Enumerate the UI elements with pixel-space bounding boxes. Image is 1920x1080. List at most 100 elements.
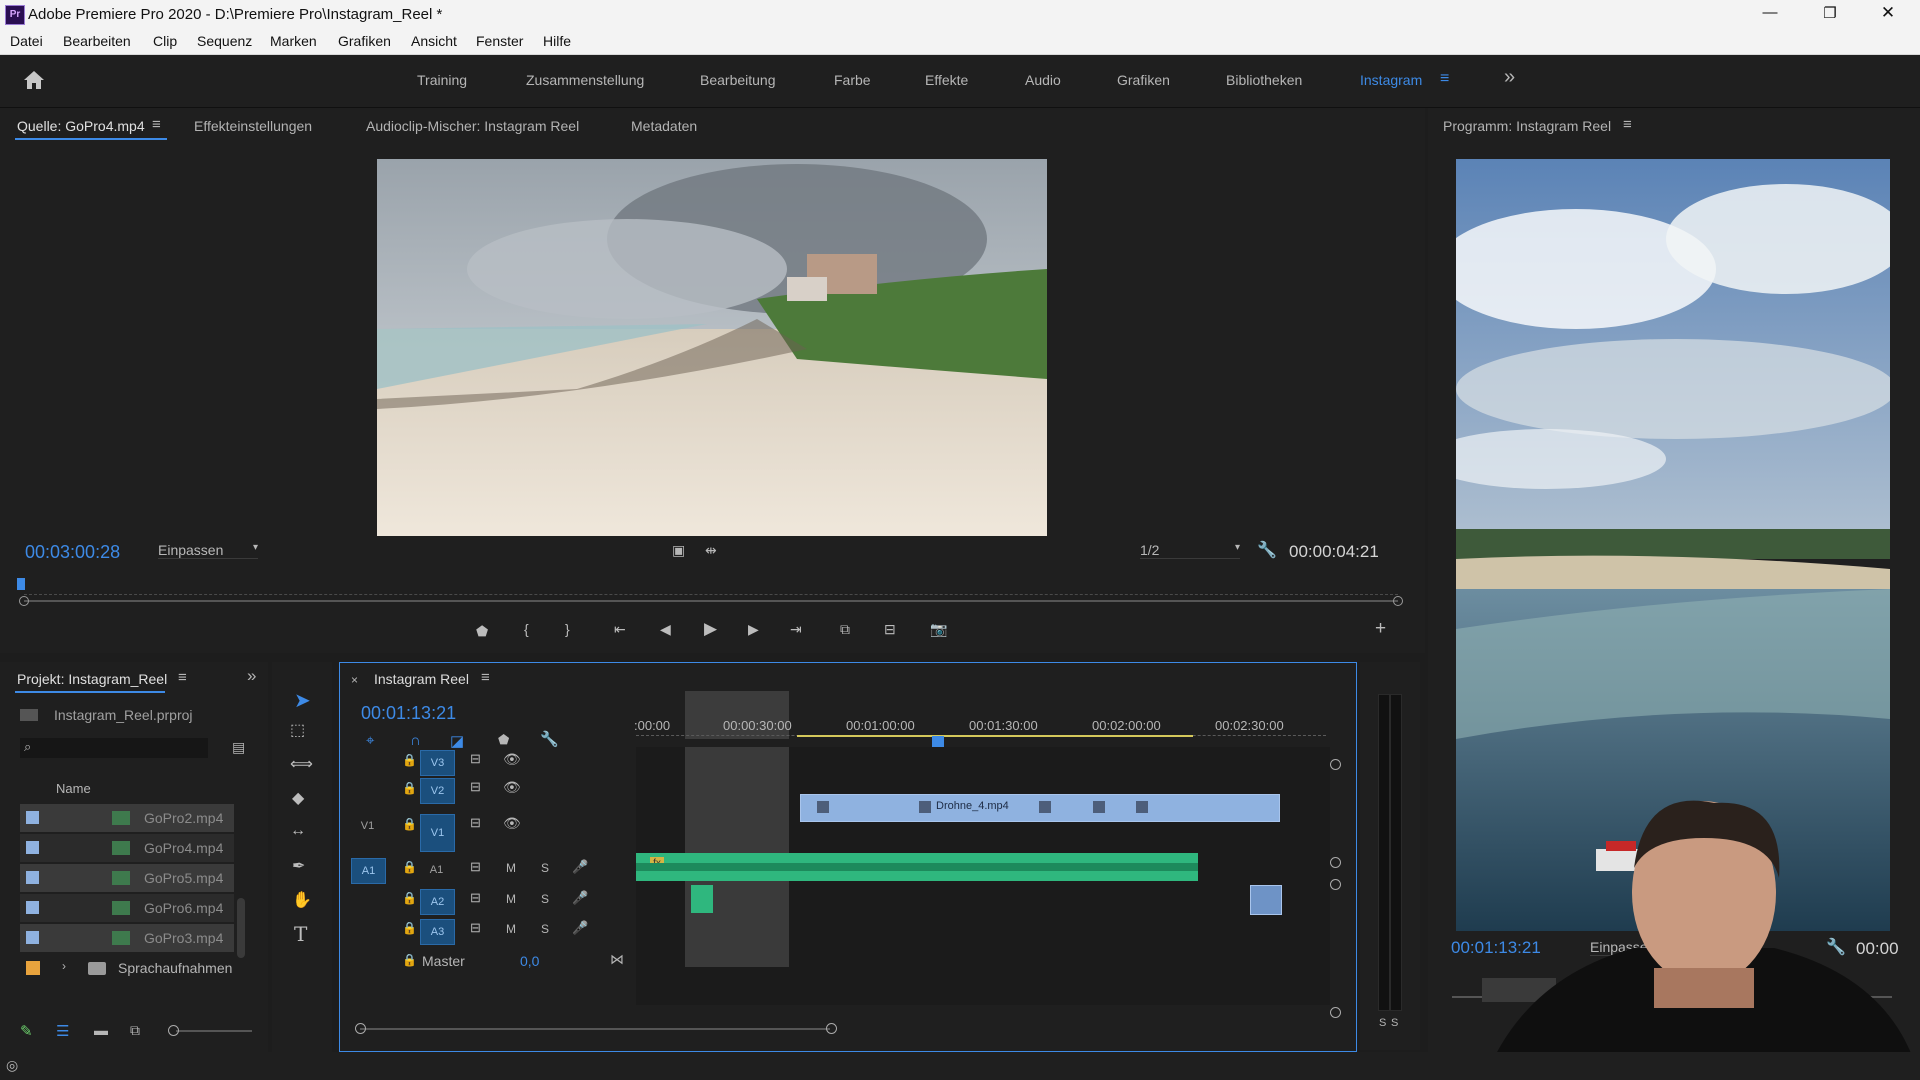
track-target-a2[interactable]: A2 [420,889,455,915]
hand-tool-icon[interactable]: ✋ [292,890,312,910]
pencil-icon[interactable]: ✎ [20,1022,33,1040]
menu-ansicht[interactable]: Ansicht [411,33,457,49]
column-name[interactable]: Name [56,781,91,796]
workspace-zusammenstellung[interactable]: Zusammenstellung [526,72,644,88]
menu-sequenz[interactable]: Sequenz [197,33,252,49]
source-time-ruler[interactable] [24,584,1398,595]
workspace-overflow-icon[interactable]: » [1504,66,1515,89]
sync-lock-icon[interactable]: ⊟ [470,890,481,906]
sync-lock-icon[interactable]: ⊟ [470,859,481,875]
timeline-zoom-bar[interactable] [360,1028,830,1030]
source-resolution-select[interactable]: 1/2 ▾ [1140,542,1240,559]
solo-right-button[interactable]: S [1391,1017,1398,1029]
linked-selection-icon[interactable]: ◪ [450,732,464,750]
snap-icon[interactable]: ∩ [410,732,421,749]
nest-icon[interactable]: ⌖ [366,732,374,749]
source-video-frame[interactable] [377,159,1047,536]
wrench-icon[interactable]: 🔧 [1257,540,1277,560]
go-to-out-icon[interactable]: ⋈ [610,951,624,968]
zoom-handle[interactable] [1330,759,1341,770]
export-frame-icon[interactable]: 📷 [930,621,947,638]
thumbnail-size-slider[interactable] [176,1030,252,1032]
video-clip-drohne[interactable]: Drohne_4.mp4 [800,794,1280,822]
solo-button[interactable]: S [541,861,549,875]
audio-clip-a2-short[interactable] [691,885,713,913]
timeline-ruler[interactable]: :00:00 00:00:30:00 00:01:00:00 00:01:30:… [634,691,1336,739]
project-title[interactable]: Projekt: Instagram_Reel [17,671,167,687]
audio-clip-a1[interactable]: fx [636,853,1198,881]
lock-icon[interactable]: 🔒 [402,921,417,935]
menu-bearbeiten[interactable]: Bearbeiten [63,33,131,49]
solo-button[interactable]: S [541,892,549,906]
menu-hilfe[interactable]: Hilfe [543,33,571,49]
timeline-timecode[interactable]: 00:01:13:21 [361,703,456,724]
source-patch-a1[interactable]: A1 [351,858,386,884]
workspace-effekte[interactable]: Effekte [925,72,968,88]
play-icon[interactable]: ▶ [704,619,717,639]
eye-icon[interactable]: 👁 [503,779,521,796]
slider-handle[interactable] [168,1025,179,1036]
new-search-bin-icon[interactable]: ▤ [232,739,245,756]
lock-icon[interactable]: 🔒 [402,953,417,967]
close-button[interactable]: ✕ [1873,3,1903,23]
workspace-menu-icon[interactable]: ≡ [1440,70,1449,88]
mute-button[interactable]: M [506,922,516,936]
list-item[interactable]: GoPro5.mp4 [20,864,234,893]
workspace-instagram[interactable]: Instagram [1360,72,1422,88]
microphone-icon[interactable]: 🎤 [572,859,588,875]
razor-tool-icon[interactable]: ◆ [292,788,304,808]
source-patch-v1[interactable]: V1 [351,814,384,838]
menu-marken[interactable]: Marken [270,33,317,49]
sync-lock-icon[interactable]: ⊟ [470,920,481,936]
list-view-icon[interactable]: ☰ [56,1022,69,1040]
track-target-a1[interactable]: A1 [420,858,453,882]
freeform-view-icon[interactable]: ⧉ [130,1022,140,1039]
add-marker-icon[interactable]: ⬟ [498,732,509,748]
workspace-grafiken[interactable]: Grafiken [1117,72,1170,88]
panel-menu-icon[interactable]: ≡ [481,669,490,686]
zoom-handle-right[interactable] [826,1023,837,1034]
track-target-v3[interactable]: V3 [420,750,455,776]
mark-out-icon[interactable]: } [565,621,570,637]
sync-lock-icon[interactable]: ⊟ [470,779,481,795]
lock-icon[interactable]: 🔒 [402,860,417,874]
eye-icon[interactable]: 👁 [503,815,521,832]
step-back-icon[interactable]: ◀ [660,621,671,638]
home-icon[interactable] [22,69,46,91]
solo-button[interactable]: S [541,922,549,936]
close-icon[interactable]: × [351,673,358,687]
chevron-right-icon[interactable]: › [62,959,66,973]
audio-clip-a2-end[interactable] [1250,885,1282,915]
workspace-audio[interactable]: Audio [1025,72,1061,88]
slip-tool-icon[interactable]: ↔ [290,822,306,840]
workspace-farbe[interactable]: Farbe [834,72,871,88]
safe-margins-icon[interactable]: ▣ [672,542,685,559]
insert-icon[interactable]: ⧉ [840,621,850,638]
tab-metadata[interactable]: Metadaten [631,118,697,134]
workspace-bearbeitung[interactable]: Bearbeitung [700,72,776,88]
mute-button[interactable]: M [506,892,516,906]
button-editor-icon[interactable]: + [1375,618,1386,640]
track-select-tool-icon[interactable]: ⬚ [290,720,305,740]
microphone-icon[interactable]: 🎤 [572,890,588,906]
minimize-button[interactable]: — [1755,4,1785,21]
tab-effect-controls[interactable]: Effekteinstellungen [194,118,312,134]
overwrite-icon[interactable]: ⊟ [884,621,896,638]
track-target-a3[interactable]: A3 [420,919,455,945]
source-zoom-bar[interactable] [24,600,1398,602]
zoom-handle-left[interactable] [19,596,29,606]
add-marker-icon[interactable]: ⬟ [476,623,488,640]
go-to-out-icon[interactable]: ⇥ [790,621,802,638]
panel-overflow-icon[interactable]: » [247,666,256,686]
icon-view-icon[interactable]: ▬ [94,1022,108,1038]
mark-in-icon[interactable]: { [524,621,529,637]
workspace-training[interactable]: Training [417,72,467,88]
zoom-handle-right[interactable] [1393,596,1403,606]
lock-icon[interactable]: 🔒 [402,891,417,905]
zoom-handle[interactable] [1330,879,1341,890]
zoom-handle-left[interactable] [355,1023,366,1034]
wrench-icon[interactable]: 🔧 [540,730,559,748]
go-to-in-icon[interactable]: ⇤ [614,621,626,638]
drag-video-icon[interactable]: ⇹ [705,542,717,559]
mute-button[interactable]: M [506,861,516,875]
